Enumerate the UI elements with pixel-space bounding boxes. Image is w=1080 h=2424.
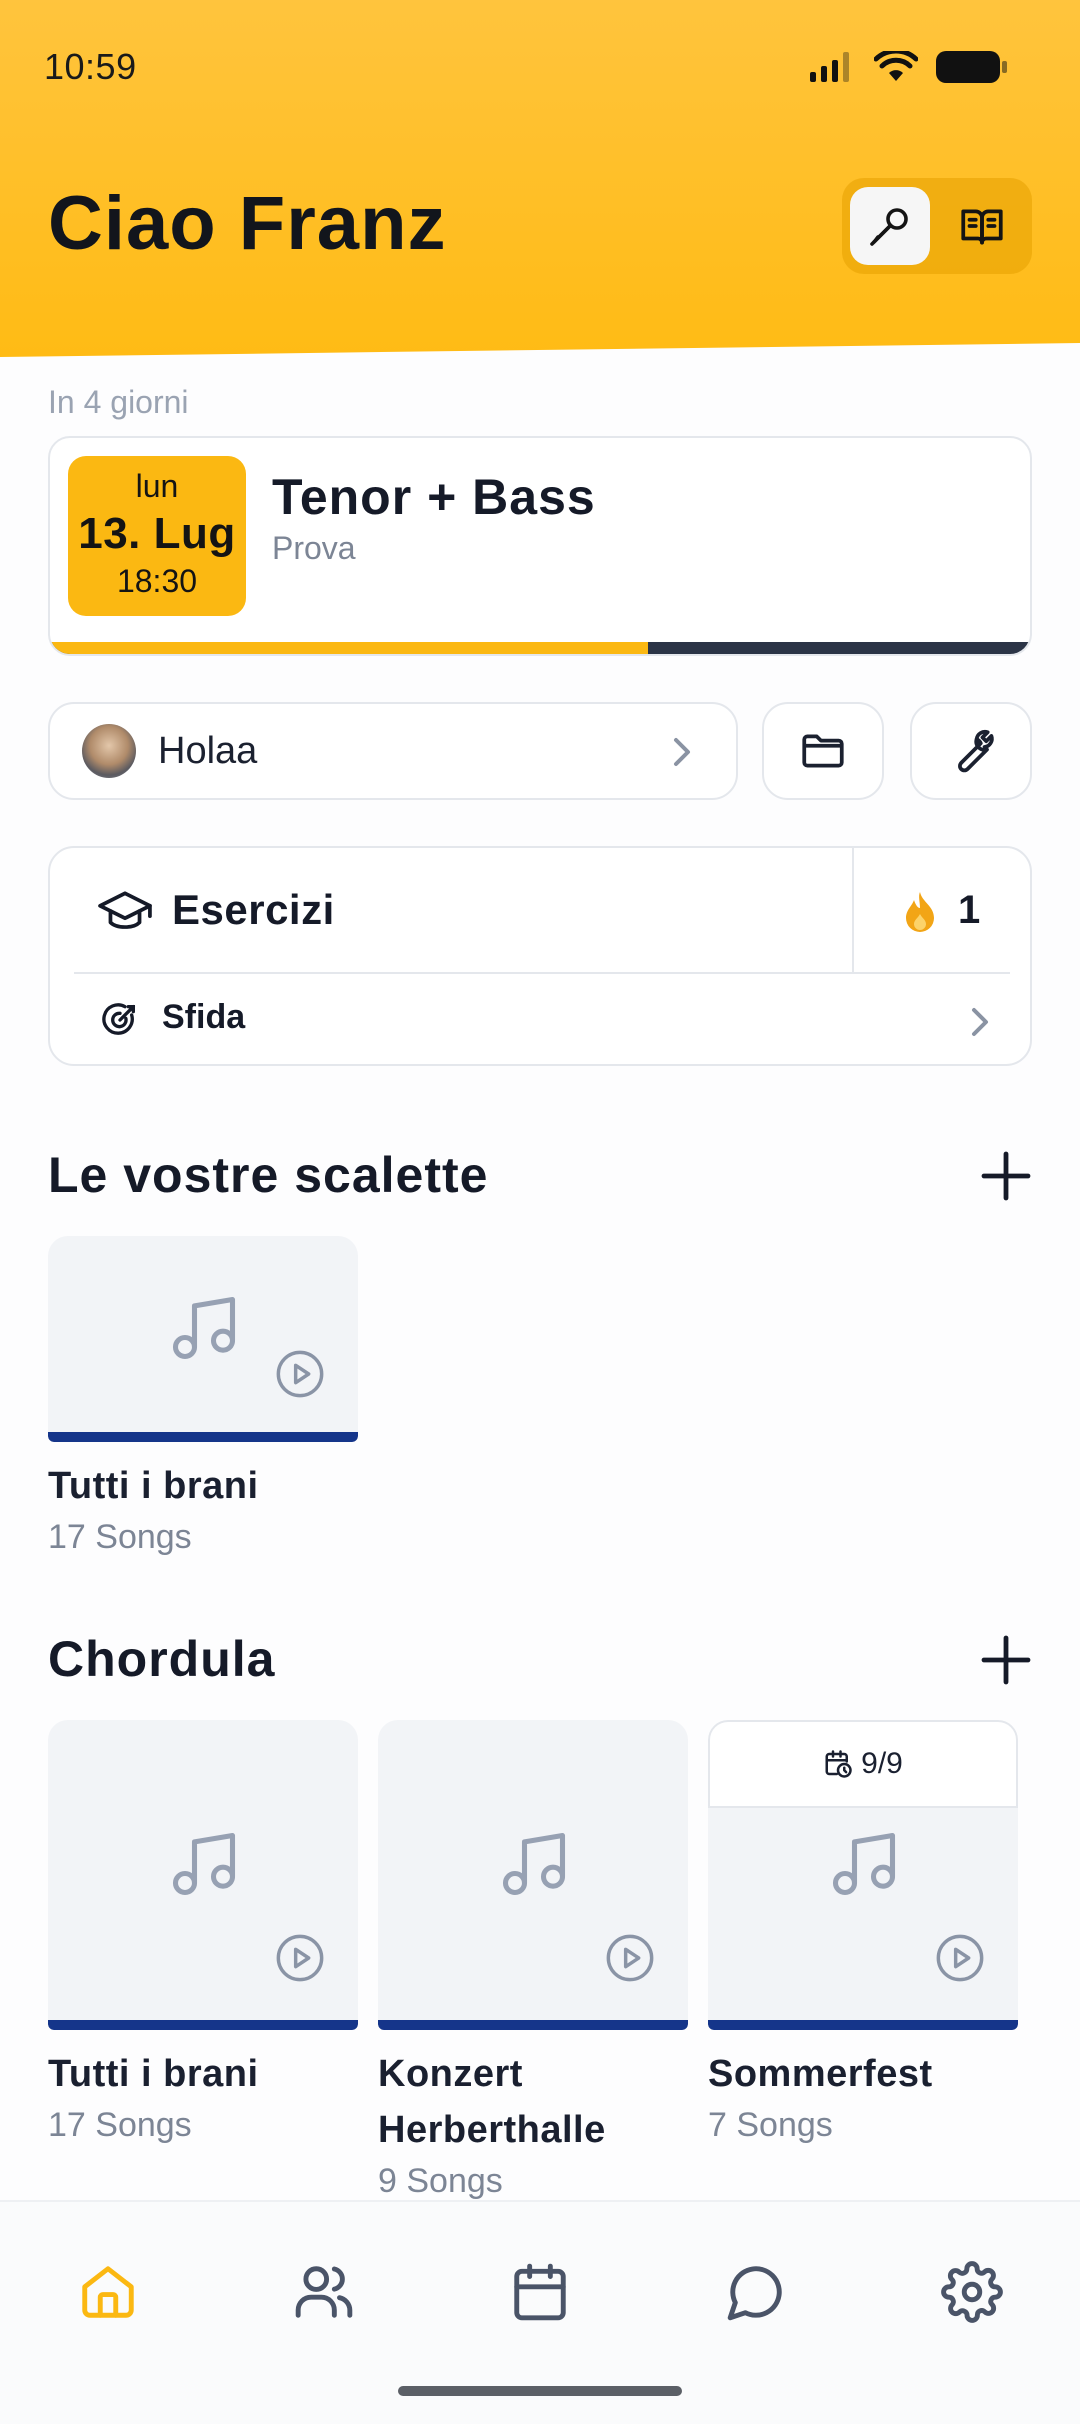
users-icon <box>295 2266 353 2318</box>
play-icon[interactable] <box>274 1348 326 1400</box>
gear-icon <box>941 2261 1003 2323</box>
folder-icon <box>802 734 844 768</box>
music-note-icon <box>502 1832 566 1896</box>
quick-actions-row: Holaa <box>48 702 1032 800</box>
event-weekday: lun <box>135 468 179 504</box>
microphone-icon <box>870 208 908 246</box>
setlist-accent-bar <box>48 2020 358 2030</box>
event-date-box: lun 13. Lug 18:30 <box>68 456 246 616</box>
play-icon[interactable] <box>934 1932 986 1984</box>
setlist-count: 7 Songs <box>708 2106 833 2144</box>
event-progress-fill <box>50 642 648 654</box>
reading-mode-button[interactable] <box>942 187 1022 265</box>
music-note-icon <box>172 1832 236 1896</box>
setlist-label: Sommerfest <box>708 2053 933 2095</box>
cellular-signal-icon <box>810 52 849 82</box>
chat-icon <box>727 2266 782 2321</box>
setlist-count: 17 Songs <box>48 1518 192 1556</box>
mode-toggle <box>842 178 1032 274</box>
event-type: Prova <box>272 530 356 566</box>
setlists-section-title: Le vostre scalette <box>48 1147 489 1203</box>
user-profile-pill[interactable]: Holaa <box>48 702 738 800</box>
avatar <box>82 724 136 778</box>
battery-icon <box>936 51 1007 83</box>
setlist-tile[interactable]: Tutti i brani 17 Songs <box>48 1236 358 1560</box>
exercises-card: Esercizi 1 Sfida <box>48 846 1032 1066</box>
music-note-icon <box>172 1296 236 1360</box>
setlist-artwork <box>48 1720 358 2030</box>
setlist-label: Tutti i brani <box>48 2053 259 2095</box>
group-section-title: Chordula <box>48 1631 276 1687</box>
group-setlist-tile[interactable]: Tutti i brani 17 Songs <box>48 1720 358 2148</box>
status-bar: 10:59 <box>0 0 1080 140</box>
next-event-label: In 4 giorni <box>48 384 189 420</box>
divider <box>852 848 854 972</box>
event-progress-bar <box>50 642 1030 654</box>
home-icon <box>82 2266 134 2318</box>
nav-home[interactable] <box>68 2252 148 2332</box>
streak-count: 1 <box>958 888 981 932</box>
home-indicator <box>398 2386 682 2396</box>
setlist-count: 17 Songs <box>48 2106 192 2144</box>
nav-calendar[interactable] <box>500 2252 580 2332</box>
status-icons <box>808 50 1008 84</box>
event-time: 18:30 <box>116 563 198 599</box>
add-group-setlist-button[interactable] <box>978 1632 1034 1688</box>
event-title: Tenor + Bass <box>272 469 596 525</box>
setlist-count: 9 Songs <box>378 2162 503 2200</box>
setlist-label: Tutti i brani <box>48 1465 259 1507</box>
group-setlist-tile[interactable]: 9/9 Sommerfest 7 Songs <box>708 1720 1018 2148</box>
group-setlist-tile[interactable]: Konzert Herberthalle 9 Songs <box>378 1720 688 2204</box>
play-icon[interactable] <box>274 1932 326 1984</box>
exercises-title[interactable]: Esercizi <box>172 886 335 934</box>
nav-chat[interactable] <box>716 2252 796 2332</box>
book-icon <box>961 209 1003 245</box>
setlist-accent-bar <box>48 1432 358 1442</box>
schedule-badge-text: 9/9 <box>861 1747 903 1780</box>
setlist-accent-bar <box>378 2020 688 2030</box>
setlist-accent-bar <box>708 2020 1018 2030</box>
music-note-icon <box>832 1832 896 1896</box>
page-title: Ciao Franz <box>48 181 447 266</box>
challenge-label[interactable]: Sfida <box>162 998 245 1037</box>
nav-members[interactable] <box>284 2252 364 2332</box>
singing-mode-button[interactable] <box>850 187 930 265</box>
add-setlist-button[interactable] <box>978 1148 1034 1204</box>
divider <box>74 972 1010 974</box>
setlist-artwork <box>378 1720 688 2030</box>
calendar-icon <box>514 2263 566 2321</box>
wifi-icon <box>874 51 918 81</box>
calendar-clock-icon <box>825 1750 852 1778</box>
setlist-artwork <box>48 1236 358 1442</box>
user-name: Holaa <box>158 729 258 772</box>
wrench-icon <box>958 729 994 773</box>
files-button[interactable] <box>762 702 884 800</box>
next-event-card[interactable]: lun 13. Lug 18:30 Tenor + Bass Prova <box>48 436 1032 656</box>
graduation-cap-icon <box>98 891 152 929</box>
target-icon <box>102 1003 135 1035</box>
chevron-right-icon <box>674 738 690 766</box>
tools-button[interactable] <box>910 702 1032 800</box>
schedule-badge: 9/9 <box>708 1720 1018 1808</box>
flame-icon <box>906 892 934 932</box>
event-date: 13. Lug <box>78 509 236 558</box>
setlist-label: Konzert Herberthalle <box>378 2053 606 2151</box>
setlist-artwork: 9/9 <box>708 1720 1018 2030</box>
chevron-right-icon <box>972 1008 988 1036</box>
status-time: 10:59 <box>44 46 137 87</box>
play-icon[interactable] <box>604 1932 656 1984</box>
nav-settings[interactable] <box>932 2252 1012 2332</box>
